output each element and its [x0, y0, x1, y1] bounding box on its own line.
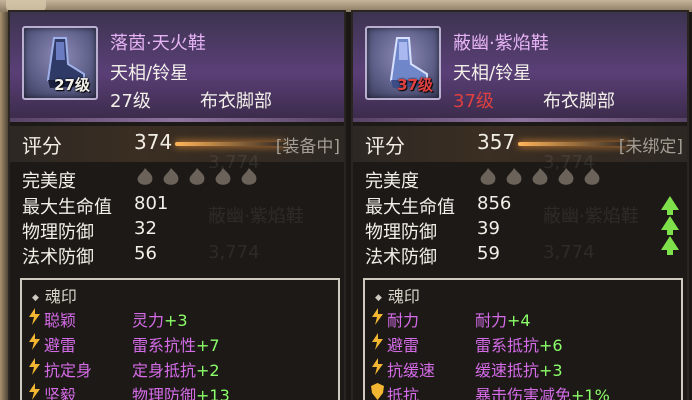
item-level: 27级 [110, 91, 151, 112]
ghost-number: 3,774 [208, 242, 260, 263]
soul-seal-title: 魂印 [32, 283, 77, 307]
flame-gem-icon [163, 168, 179, 185]
perfection-label: 完美度 [22, 171, 76, 192]
item-name: 落茵·天火鞋 [110, 33, 206, 54]
soul-seal-name: 耐力 [387, 311, 420, 330]
score-label: 评分 [22, 134, 62, 158]
soul-seal-attr: 物理防御+13 [132, 386, 230, 400]
shield-icon [371, 383, 384, 400]
lightning-icon [28, 383, 41, 400]
stat-row: 最大生命值 856 [365, 193, 511, 219]
item-material: 布衣脚部 [200, 91, 272, 112]
stat-value: 856 [477, 193, 512, 214]
stat-label: 法术防御 [22, 247, 94, 268]
stat-row: 法术防御 59 [365, 243, 500, 269]
soul-seal-attr: 雷系抗性+7 [132, 336, 220, 355]
equipped-item-tooltip: 27级 落茵·天火鞋 天相/铃星 27级 布衣脚部 评分 374 [装备中] 完… [8, 10, 346, 400]
flame-gem-icon [558, 168, 574, 185]
equip-status: [装备中] [275, 137, 340, 157]
upgrade-arrow-icon [661, 196, 679, 215]
ghost-item-name: 蔽幽·紫焰鞋 [208, 206, 304, 227]
perfection-row: 完美度 [22, 167, 76, 193]
stat-value: 32 [134, 218, 157, 239]
score-glow [518, 142, 628, 146]
flame-gem-icon [215, 168, 231, 185]
perfection-gems [134, 167, 260, 187]
lightning-icon [28, 308, 41, 329]
lightning-icon [28, 333, 41, 354]
stat-label: 物理防御 [22, 222, 94, 243]
stat-row: 物理防御 32 [22, 218, 157, 244]
stat-row: 最大生命值 801 [22, 193, 168, 219]
upgrade-arrows [661, 196, 679, 256]
soul-seal-name: 避雷 [44, 336, 77, 355]
stat-value: 59 [477, 243, 500, 264]
ghost-number: 3,774 [543, 242, 595, 263]
score-value: 374 [134, 130, 173, 154]
item-icon-slot[interactable]: 37级 [365, 26, 441, 100]
soul-seal-attr: 定身抵抗+2 [132, 361, 220, 380]
flame-gem-icon [189, 168, 205, 185]
soul-seal-name: 抵抗 [387, 386, 420, 400]
item-name: 蔽幽·紫焰鞋 [453, 33, 549, 54]
perfection-label: 完美度 [365, 171, 419, 192]
upgrade-arrow-icon [661, 216, 679, 235]
item-header: 27级 落茵·天火鞋 天相/铃星 27级 布衣脚部 [10, 12, 344, 122]
score-row: 评分 357 [未绑定] [353, 126, 687, 162]
score-label: 评分 [365, 134, 405, 158]
lightning-icon [371, 358, 384, 379]
soul-seal-attr: 灵力+3 [132, 311, 188, 330]
icon-level-label: 37级 [397, 76, 433, 94]
flame-gem-icon [584, 168, 600, 185]
stat-value: 801 [134, 193, 169, 214]
perfection-row: 完美度 [365, 167, 419, 193]
lightning-icon [371, 333, 384, 354]
soul-seal-name: 抗定身 [44, 361, 93, 380]
flame-gem-icon [480, 168, 496, 185]
upgrade-arrow-icon [661, 236, 679, 255]
item-icon-slot[interactable]: 27级 [22, 26, 98, 100]
score-glow [175, 142, 285, 146]
stat-label: 物理防御 [365, 222, 437, 243]
item-material: 布衣脚部 [543, 91, 615, 112]
soul-seal-box: 魂印 耐力 耐力+4 避雷 雷系抵抗+6 抗缓速 缓速抵抗+3 抵抗 暴击伤害减… [363, 278, 683, 400]
stat-label: 最大生命值 [22, 197, 112, 218]
stat-row: 物理防御 39 [365, 218, 500, 244]
soul-seal-title: 魂印 [375, 283, 420, 307]
soul-seal-name: 抗缓速 [387, 361, 436, 380]
stat-value: 56 [134, 243, 157, 264]
item-level: 37级 [453, 91, 494, 112]
soul-seal-attr: 暴击伤害减免+1% [475, 386, 610, 400]
soul-seal-name: 聪颖 [44, 311, 77, 330]
flame-gem-icon [137, 168, 153, 185]
flame-gem-icon [506, 168, 522, 185]
soul-seal-box: 魂印 聪颖 灵力+3 避雷 雷系抗性+7 抗定身 定身抵抗+2 坚毅 物理防御+… [20, 278, 340, 400]
perfection-gems [477, 167, 603, 187]
score-row: 评分 374 [装备中] [10, 126, 344, 162]
soul-seal-attr: 耐力+4 [475, 311, 531, 330]
compared-item-tooltip: 37级 蔽幽·紫焰鞋 天相/铃星 37级 布衣脚部 评分 357 [未绑定] 完… [351, 10, 689, 400]
ghost-item-name: 蔽幽·紫焰鞋 [543, 206, 639, 227]
soul-seal-name: 坚毅 [44, 386, 77, 400]
item-header: 37级 蔽幽·紫焰鞋 天相/铃星 37级 布衣脚部 [353, 12, 687, 122]
stat-row: 法术防御 56 [22, 243, 157, 269]
stat-value: 39 [477, 218, 500, 239]
flame-gem-icon [532, 168, 548, 185]
score-value: 357 [477, 130, 516, 154]
soul-seal-name: 避雷 [387, 336, 420, 355]
bind-status: [未绑定] [618, 137, 683, 157]
item-class-restriction: 天相/铃星 [110, 63, 189, 84]
icon-level-label: 27级 [54, 76, 90, 94]
stat-label: 最大生命值 [365, 197, 455, 218]
item-class-restriction: 天相/铃星 [453, 63, 532, 84]
lightning-icon [28, 358, 41, 379]
soul-seal-attr: 雷系抵抗+6 [475, 336, 563, 355]
stat-label: 法术防御 [365, 247, 437, 268]
lightning-icon [371, 308, 384, 329]
flame-gem-icon [241, 168, 257, 185]
soul-seal-attr: 缓速抵抗+3 [475, 361, 563, 380]
